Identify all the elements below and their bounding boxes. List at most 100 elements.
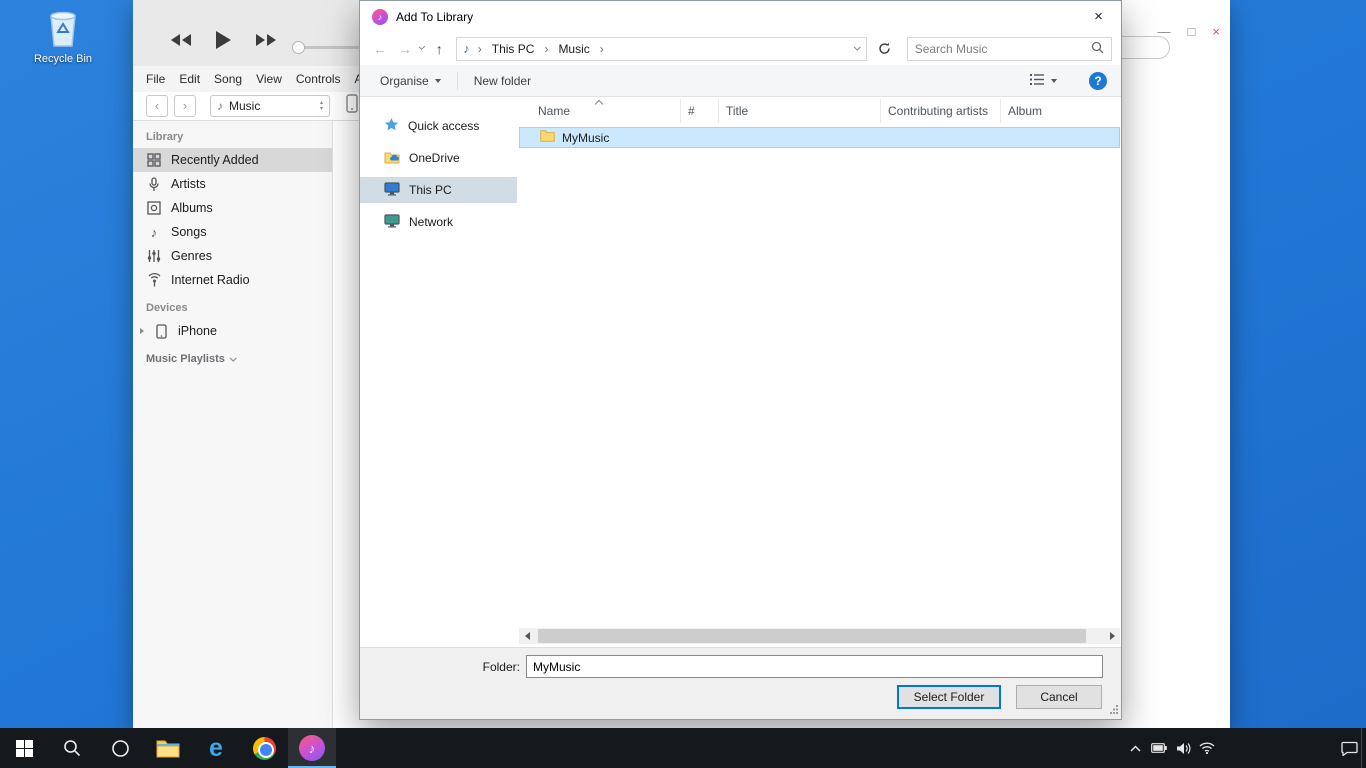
nav-item-label: This PC [409, 183, 452, 197]
menu-view[interactable]: View [256, 72, 282, 86]
scroll-left-icon[interactable] [519, 628, 535, 644]
menu-file[interactable]: File [146, 72, 165, 86]
column-name[interactable]: Name [518, 99, 681, 123]
sidebar-item-recently-added[interactable]: Recently Added [133, 148, 332, 172]
forward-icon[interactable]: → [395, 41, 415, 57]
address-bar[interactable]: ♪ › This PC › Music › [456, 37, 867, 61]
sidebar-item-albums[interactable]: Albums [133, 196, 332, 220]
expand-arrow-icon[interactable] [140, 328, 144, 334]
sidebar-item-iphone[interactable]: iPhone [133, 319, 332, 343]
album-icon [146, 201, 162, 215]
file-explorer-button[interactable] [144, 728, 192, 768]
nav-item-this-pc[interactable]: This PC [360, 177, 517, 203]
maximize-button[interactable]: □ [1188, 24, 1196, 39]
file-row-mymusic[interactable]: MyMusic [519, 127, 1120, 148]
menu-edit[interactable]: Edit [179, 72, 200, 86]
volume-icon[interactable] [1171, 728, 1195, 768]
nav-item-network[interactable]: Network [360, 209, 517, 235]
sidebar-item-genres[interactable]: Genres [133, 244, 332, 268]
radio-broadcast-icon [146, 273, 162, 287]
address-dropdown-icon[interactable] [854, 44, 860, 50]
chrome-button[interactable] [240, 728, 288, 768]
sort-ascending-icon [595, 100, 603, 108]
edge-icon: e [209, 736, 223, 761]
column-title[interactable]: Title [719, 99, 881, 123]
itunes-sidebar: Library Recently Added Artists Albums [133, 121, 333, 728]
scrollbar-thumb[interactable] [538, 629, 1086, 643]
nav-item-quick-access[interactable]: Quick access [360, 113, 517, 139]
quick-access-star-icon [384, 117, 399, 135]
dialog-titlebar[interactable]: ♪ Add To Library × [360, 1, 1121, 32]
breadcrumb-music[interactable]: Music [556, 42, 591, 56]
help-button[interactable]: ? [1089, 72, 1107, 90]
new-folder-button[interactable]: New folder [474, 74, 531, 88]
itunes-forward-button[interactable]: › [174, 95, 196, 117]
horizontal-scrollbar[interactable] [519, 628, 1120, 644]
dialog-close-button[interactable]: × [1076, 1, 1121, 32]
itunes-nav-row: ‹ › ♪ Music ▴▾ [133, 92, 379, 121]
column-contributing-artists[interactable]: Contributing artists [881, 99, 1001, 123]
sidebar-item-label: Albums [171, 201, 213, 215]
search-input[interactable] [915, 42, 1091, 56]
sidebar-item-label: Songs [171, 225, 206, 239]
onedrive-icon [384, 150, 400, 167]
itunes-taskbar-button[interactable]: ♪ [288, 728, 336, 768]
action-center-button[interactable] [1337, 728, 1361, 768]
up-icon[interactable]: ↑ [429, 41, 449, 57]
itunes-toolbar [133, 0, 379, 66]
nav-item-label: Quick access [408, 119, 479, 133]
folder-name-input[interactable] [526, 655, 1103, 678]
media-type-selector[interactable]: ♪ Music ▴▾ [210, 95, 330, 117]
show-desktop-button[interactable] [1361, 728, 1366, 768]
menu-song[interactable]: Song [214, 72, 242, 86]
sidebar-item-label: Recently Added [171, 153, 259, 167]
nav-item-label: OneDrive [409, 151, 460, 165]
itunes-back-button[interactable]: ‹ [146, 95, 168, 117]
caret-down-icon [1051, 79, 1057, 83]
close-button[interactable]: × [1212, 24, 1220, 39]
select-folder-button[interactable]: Select Folder [897, 685, 1001, 709]
rewind-button[interactable] [169, 33, 193, 52]
sidebar-item-artists[interactable]: Artists [133, 172, 332, 196]
sidebar-item-internet-radio[interactable]: Internet Radio [133, 268, 332, 292]
resize-grip[interactable] [1109, 703, 1119, 717]
system-tray [1123, 728, 1366, 768]
refresh-icon[interactable] [872, 37, 898, 61]
breadcrumb-this-pc[interactable]: This PC [490, 42, 537, 56]
dialog-body: Quick access OneDrive This PC [360, 97, 1121, 647]
edge-button[interactable]: e [192, 728, 240, 768]
library-header: Library [146, 131, 332, 143]
breadcrumb-separator: › [597, 42, 607, 56]
music-playlists-header[interactable]: Music Playlists [146, 353, 332, 365]
search-icon[interactable] [1091, 41, 1104, 57]
start-button[interactable] [0, 728, 48, 768]
column-album[interactable]: Album [1001, 99, 1120, 123]
menu-controls[interactable]: Controls [296, 72, 341, 86]
recycle-bin-label: Recycle Bin [28, 53, 98, 65]
hidden-icons-chevron[interactable] [1123, 728, 1147, 768]
minimize-button[interactable]: — [1158, 24, 1171, 39]
battery-icon[interactable] [1147, 728, 1171, 768]
organise-button[interactable]: Organise [380, 74, 441, 88]
sidebar-item-label: Artists [171, 177, 206, 191]
taskbar-search-button[interactable] [48, 728, 96, 768]
file-list: Name # Title Contributing artists Album … [517, 97, 1121, 647]
fast-forward-button[interactable] [254, 33, 278, 52]
cancel-button[interactable]: Cancel [1016, 685, 1102, 709]
play-button[interactable] [215, 30, 232, 55]
navigation-pane: Quick access OneDrive This PC [360, 97, 517, 647]
device-button[interactable] [346, 94, 358, 118]
scroll-right-icon[interactable] [1104, 628, 1120, 644]
sidebar-item-songs[interactable]: ♪ Songs [133, 220, 332, 244]
recycle-bin-shortcut[interactable]: Recycle Bin [28, 6, 98, 65]
cortana-button[interactable] [96, 728, 144, 768]
change-view-button[interactable] [1029, 73, 1057, 89]
dialog-title: Add To Library [396, 10, 473, 24]
volume-knob[interactable] [292, 41, 305, 54]
back-icon[interactable]: ← [370, 41, 390, 57]
chrome-icon [253, 737, 276, 760]
history-dropdown-icon[interactable] [419, 44, 425, 50]
network-wifi-icon[interactable] [1195, 728, 1219, 768]
nav-item-onedrive[interactable]: OneDrive [360, 145, 517, 171]
column-number[interactable]: # [681, 99, 719, 123]
